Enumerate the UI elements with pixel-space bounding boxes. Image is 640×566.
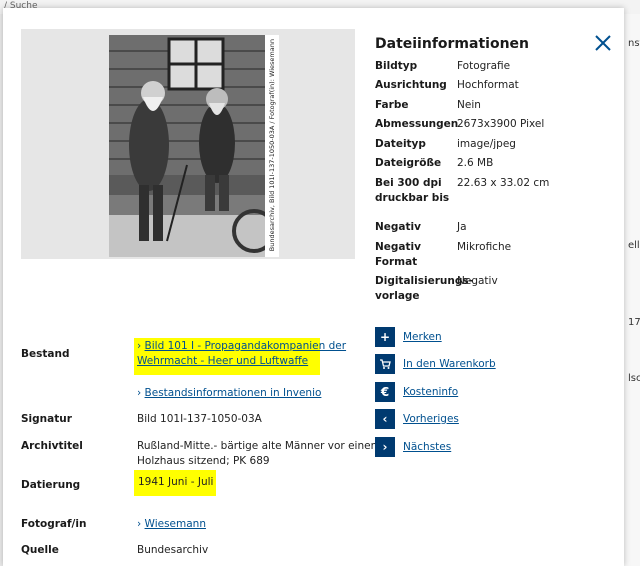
warenkorb-label: In den Warenkorb bbox=[403, 358, 496, 370]
file-info-title: Dateiinformationen bbox=[375, 36, 530, 52]
background-right-edge: nst ell 17 - lsc bbox=[624, 14, 640, 566]
info-label-negativ-format: Negativ Format bbox=[375, 241, 421, 268]
meta-value-archivtitel: Rußland-Mitte.- bärtige alte Männer vor … bbox=[137, 439, 381, 469]
bestandsinfo-link[interactable]: › Bestandsinformationen in Invenio bbox=[137, 386, 321, 401]
archivtitel-line2: Holzhaus sitzend; PK 689 bbox=[137, 455, 270, 467]
bestand-link-line2[interactable]: Wehrmacht - Heer und Luftwaffe bbox=[137, 355, 308, 367]
info-value-abmessungen: 2673x3900 Pixel bbox=[457, 118, 545, 130]
plus-icon: + bbox=[375, 327, 395, 347]
info-label-abmessungen: Abmessungen bbox=[375, 118, 459, 130]
photo-preview-panel: Bundesarchiv, Bild 101I-137-1050-03A / F… bbox=[21, 29, 355, 259]
vorheriges-label: Vorheriges bbox=[403, 413, 459, 425]
photo-caption-strip: Bundesarchiv, Bild 101I-137-1050-03A / F… bbox=[265, 35, 279, 257]
info-value-druckbar: 22.63 x 33.02 cm bbox=[457, 177, 550, 189]
kosteninfo-button[interactable]: € Kosteninfo bbox=[375, 381, 555, 403]
bestand-link[interactable]: › Bild 101 I - Propagandakompanien der W… bbox=[137, 339, 346, 369]
info-value-ausrichtung: Hochformat bbox=[457, 79, 519, 91]
info-value-dateityp: image/jpeg bbox=[457, 138, 516, 150]
bestandsinfo-link-text[interactable]: Bestandsinformationen in Invenio bbox=[145, 387, 322, 399]
chevron-right-icon: › bbox=[137, 340, 142, 352]
info-label-bildtyp: Bildtyp bbox=[375, 60, 418, 72]
meta-value-quelle: Bundesarchiv bbox=[137, 544, 209, 556]
archive-photo[interactable] bbox=[109, 35, 267, 257]
background-fragment: 17 - bbox=[628, 317, 640, 328]
meta-value-datierung: 1941 Juni - Juli bbox=[138, 476, 214, 488]
info-label-dateityp: Dateityp bbox=[375, 138, 426, 150]
info-label-ausrichtung: Ausrichtung bbox=[375, 79, 447, 91]
background-fragment: lsc bbox=[628, 373, 640, 384]
meta-label-fotograf: Fotograf/in bbox=[21, 518, 87, 530]
vorheriges-button[interactable]: ‹ Vorheriges bbox=[375, 408, 555, 430]
photo-side-caption: Bundesarchiv, Bild 101I-137-1050-03A / F… bbox=[268, 39, 276, 252]
naechstes-button[interactable]: › Nächstes bbox=[375, 436, 555, 458]
close-icon[interactable] bbox=[591, 31, 615, 55]
file-info-dialog: Bundesarchiv, Bild 101I-137-1050-03A / F… bbox=[3, 8, 624, 566]
meta-label-datierung: Datierung bbox=[21, 479, 81, 491]
meta-label-signatur: Signatur bbox=[21, 413, 72, 425]
meta-value-signatur: Bild 101I-137-1050-03A bbox=[137, 413, 262, 425]
info-value-negativ-format: Mikrofiche bbox=[457, 241, 512, 253]
meta-label-bestand: Bestand bbox=[21, 348, 70, 360]
chevron-right-icon: › bbox=[137, 518, 142, 530]
info-label-druckbar: Bei 300 dpi druckbar bis bbox=[375, 177, 450, 204]
merken-button[interactable]: + Merken bbox=[375, 326, 555, 348]
info-value-negativ: Ja bbox=[457, 221, 467, 233]
archivtitel-line1: Rußland-Mitte.- bärtige alte Männer vor … bbox=[137, 440, 381, 452]
fotograf-link-text[interactable]: Wiesemann bbox=[145, 518, 206, 530]
info-label-dateigroesse: Dateigröße bbox=[375, 157, 442, 169]
cart-icon bbox=[375, 354, 395, 374]
background-fragment: nst bbox=[628, 38, 640, 49]
merken-label: Merken bbox=[403, 331, 442, 343]
info-value-bildtyp: Fotografie bbox=[457, 60, 511, 72]
kosteninfo-label: Kosteninfo bbox=[403, 386, 459, 398]
info-label-negativ: Negativ bbox=[375, 221, 421, 233]
fotograf-link[interactable]: › Wiesemann bbox=[137, 517, 206, 532]
meta-label-quelle: Quelle bbox=[21, 544, 59, 556]
meta-label-archivtitel: Archivtitel bbox=[21, 440, 83, 452]
bestand-link-line1[interactable]: Bild 101 I - Propagandakompanien der bbox=[145, 340, 347, 352]
euro-icon: € bbox=[375, 382, 395, 402]
warenkorb-button[interactable]: In den Warenkorb bbox=[375, 353, 555, 375]
info-label-farbe: Farbe bbox=[375, 99, 409, 111]
chevron-left-icon: ‹ bbox=[375, 409, 395, 429]
naechstes-label: Nächstes bbox=[403, 441, 452, 453]
info-value-digitalisierungsvorlage: Negativ bbox=[457, 275, 498, 287]
info-label-digitalisierungsvorlage: Digitalisierungs-vorlage bbox=[375, 275, 473, 302]
info-value-dateigroesse: 2.6 MB bbox=[457, 157, 494, 169]
background-fragment: ell bbox=[628, 240, 640, 251]
chevron-right-icon: › bbox=[137, 387, 142, 399]
chevron-right-icon: › bbox=[375, 437, 395, 457]
info-value-farbe: Nein bbox=[457, 99, 481, 111]
